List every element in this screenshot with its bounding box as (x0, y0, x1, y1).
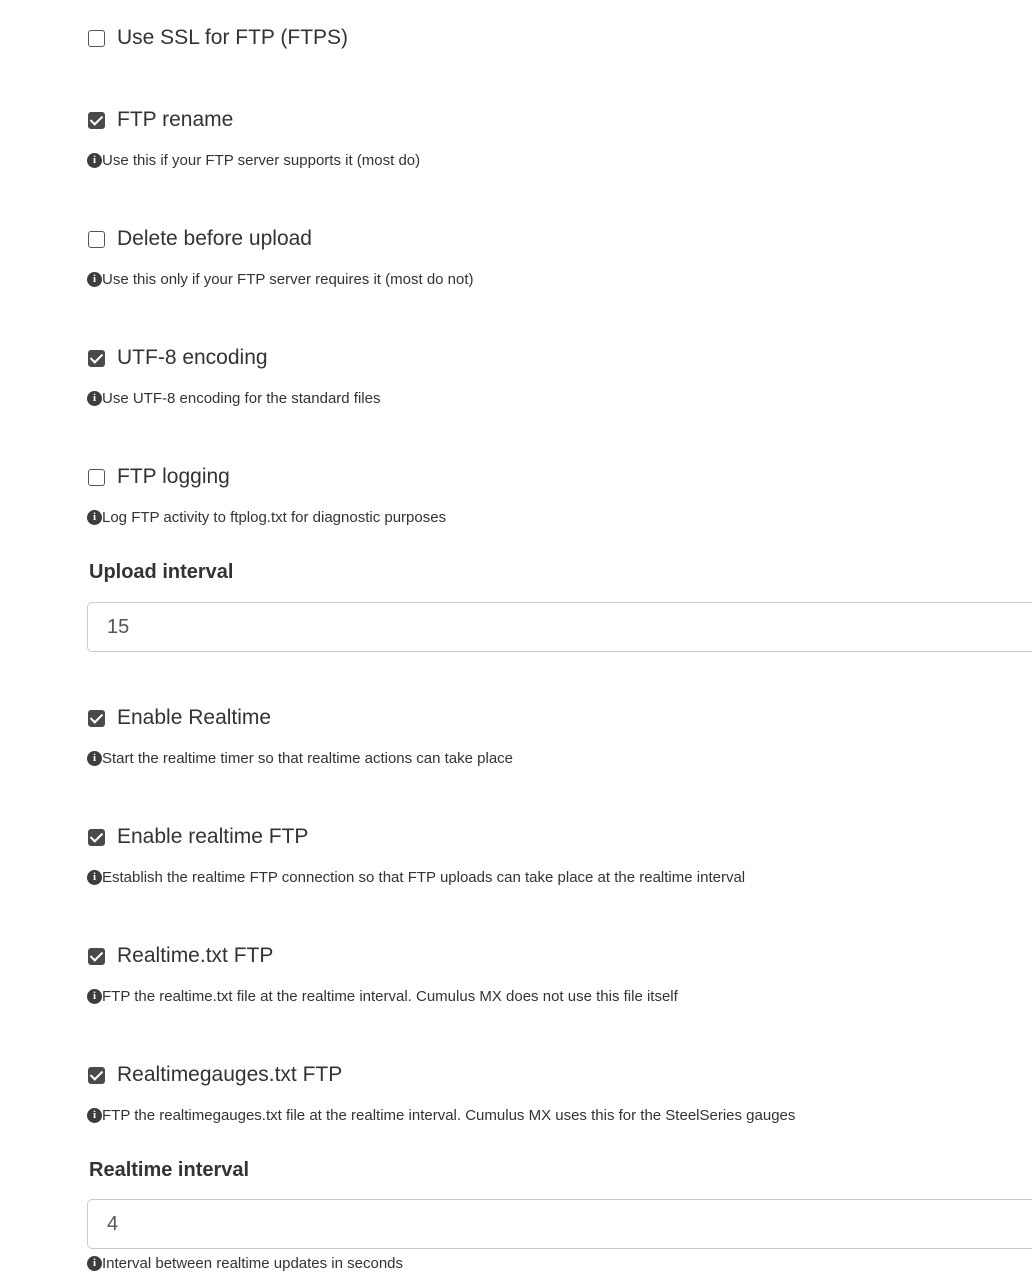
enable-realtime-help: i Start the realtime timer so that realt… (87, 748, 513, 768)
ftp-settings-form: Use SSL for FTP (FTPS) FTP rename i Use … (0, 0, 1032, 1280)
utf8-encoding-checkbox-row[interactable]: UTF-8 encoding (87, 345, 268, 371)
enable-realtime-ftp-checkbox-row[interactable]: Enable realtime FTP (87, 824, 308, 850)
realtime-txt-ftp-checkbox[interactable] (88, 947, 105, 965)
enable-realtime-checkbox-row[interactable]: Enable Realtime (87, 705, 271, 731)
use-ssl-checkbox[interactable] (88, 29, 105, 47)
info-circle-icon: i (87, 988, 102, 1004)
enable-realtime-checkbox[interactable] (88, 709, 105, 727)
realtime-interval-help-text: Interval between realtime updates in sec… (102, 1254, 404, 1272)
realtimegauges-txt-ftp-checkbox[interactable] (88, 1066, 105, 1084)
ftp-logging-help-text: Log FTP activity to ftplog.txt for diagn… (102, 508, 447, 526)
upload-interval-input[interactable] (87, 602, 1032, 652)
utf8-encoding-label: UTF-8 encoding (117, 346, 268, 369)
realtime-txt-ftp-help-text: FTP the realtime.txt file at the realtim… (102, 987, 678, 1005)
info-circle-icon: i (87, 509, 102, 525)
realtimegauges-txt-ftp-label: Realtimegauges.txt FTP (117, 1063, 343, 1086)
info-circle-icon: i (87, 271, 102, 287)
realtime-txt-ftp-help: i FTP the realtime.txt file at the realt… (87, 986, 678, 1006)
utf8-encoding-checkbox[interactable] (88, 349, 105, 367)
realtimegauges-txt-ftp-checkbox-row[interactable]: Realtimegauges.txt FTP (87, 1062, 342, 1088)
utf8-encoding-help: i Use UTF-8 encoding for the standard fi… (87, 388, 380, 408)
use-ssl-label: Use SSL for FTP (FTPS) (117, 26, 349, 49)
enable-realtime-help-text: Start the realtime timer so that realtim… (102, 749, 514, 767)
info-circle-icon: i (87, 750, 102, 766)
utf8-encoding-help-text: Use UTF-8 encoding for the standard file… (102, 389, 381, 407)
realtimegauges-txt-ftp-help-text: FTP the realtimegauges.txt file at the r… (102, 1106, 796, 1124)
realtime-interval-help: i Interval between realtime updates in s… (87, 1253, 403, 1273)
delete-before-upload-help-text: Use this only if your FTP server require… (102, 270, 474, 288)
delete-before-upload-checkbox-row[interactable]: Delete before upload (87, 226, 312, 252)
ftp-rename-checkbox-row[interactable]: FTP rename (87, 107, 233, 133)
info-circle-icon: i (87, 869, 102, 885)
enable-realtime-ftp-checkbox[interactable] (88, 828, 105, 846)
enable-realtime-ftp-label: Enable realtime FTP (117, 825, 309, 848)
ftp-rename-help-text: Use this if your FTP server supports it … (102, 151, 421, 169)
enable-realtime-ftp-help-text: Establish the realtime FTP connection so… (102, 868, 746, 886)
upload-interval-label: Upload interval (89, 561, 234, 583)
realtimegauges-txt-ftp-help: i FTP the realtimegauges.txt file at the… (87, 1105, 795, 1125)
enable-realtime-label: Enable Realtime (117, 706, 272, 729)
info-circle-icon: i (87, 152, 102, 168)
ftp-logging-label: FTP logging (117, 465, 230, 488)
info-circle-icon: i (87, 1107, 102, 1123)
delete-before-upload-label: Delete before upload (117, 227, 312, 250)
enable-realtime-ftp-help: i Establish the realtime FTP connection … (87, 867, 745, 887)
delete-before-upload-help: i Use this only if your FTP server requi… (87, 269, 474, 289)
info-circle-icon: i (87, 1255, 102, 1271)
realtime-interval-input[interactable] (87, 1199, 1032, 1249)
use-ssl-checkbox-row[interactable]: Use SSL for FTP (FTPS) (87, 25, 348, 51)
delete-before-upload-checkbox[interactable] (88, 230, 105, 248)
realtime-interval-label: Realtime interval (89, 1159, 250, 1181)
realtime-txt-ftp-checkbox-row[interactable]: Realtime.txt FTP (87, 943, 273, 969)
ftp-logging-checkbox[interactable] (88, 468, 105, 486)
info-circle-icon: i (87, 390, 102, 406)
ftp-logging-help: i Log FTP activity to ftplog.txt for dia… (87, 507, 446, 527)
ftp-rename-checkbox[interactable] (88, 111, 105, 129)
ftp-rename-label: FTP rename (117, 108, 234, 131)
realtime-txt-ftp-label: Realtime.txt FTP (117, 944, 274, 967)
ftp-rename-help: i Use this if your FTP server supports i… (87, 150, 420, 170)
ftp-logging-checkbox-row[interactable]: FTP logging (87, 464, 230, 490)
